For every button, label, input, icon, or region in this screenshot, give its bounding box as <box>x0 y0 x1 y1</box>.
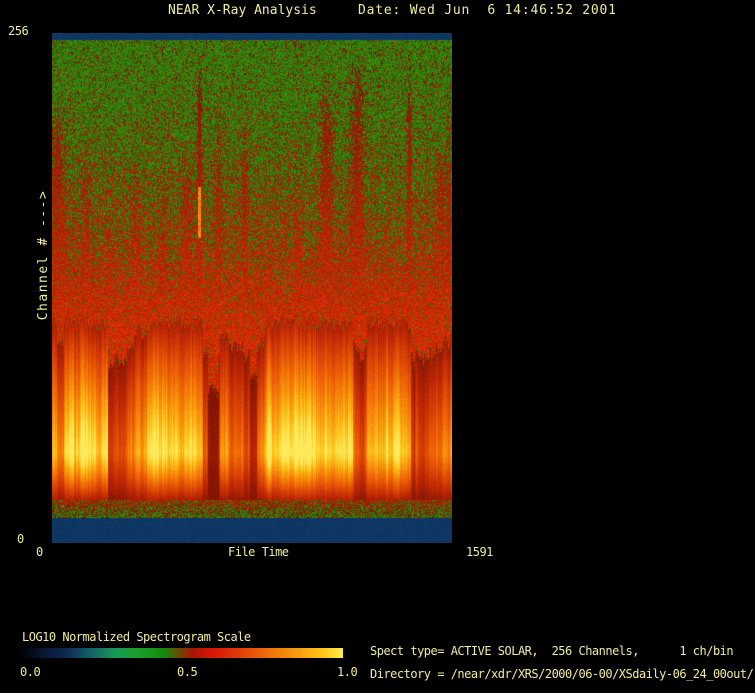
colorbar-tick-0: 0.0 <box>20 665 41 679</box>
y-axis-tick-top: 256 <box>8 24 29 38</box>
colorbar-tick-05: 0.5 <box>177 665 198 679</box>
x-axis-label: File Time <box>228 545 289 559</box>
colorbar-gradient <box>22 648 343 658</box>
spect-type-line: Spect type= ACTIVE SOLAR, 256 Channels, … <box>370 644 734 658</box>
colorbar-title: LOG10 Normalized Spectrogram Scale <box>22 630 251 644</box>
colorbar-tick-1: 1.0 <box>337 665 358 679</box>
page-title: NEAR X-Ray Analysis <box>168 3 317 18</box>
x-axis-tick-right: 1591 <box>466 545 493 559</box>
spectrogram-image <box>52 33 452 543</box>
date-label: Date: Wed Jun 6 14:46:52 2001 <box>358 3 617 18</box>
y-axis-label: Channel # ---> <box>36 189 51 321</box>
x-axis-tick-left: 0 <box>36 545 43 559</box>
y-axis-tick-bottom: 0 <box>17 532 24 546</box>
directory-line: Directory = /near/xdr/XRS/2000/06-00/XSd… <box>370 667 754 681</box>
